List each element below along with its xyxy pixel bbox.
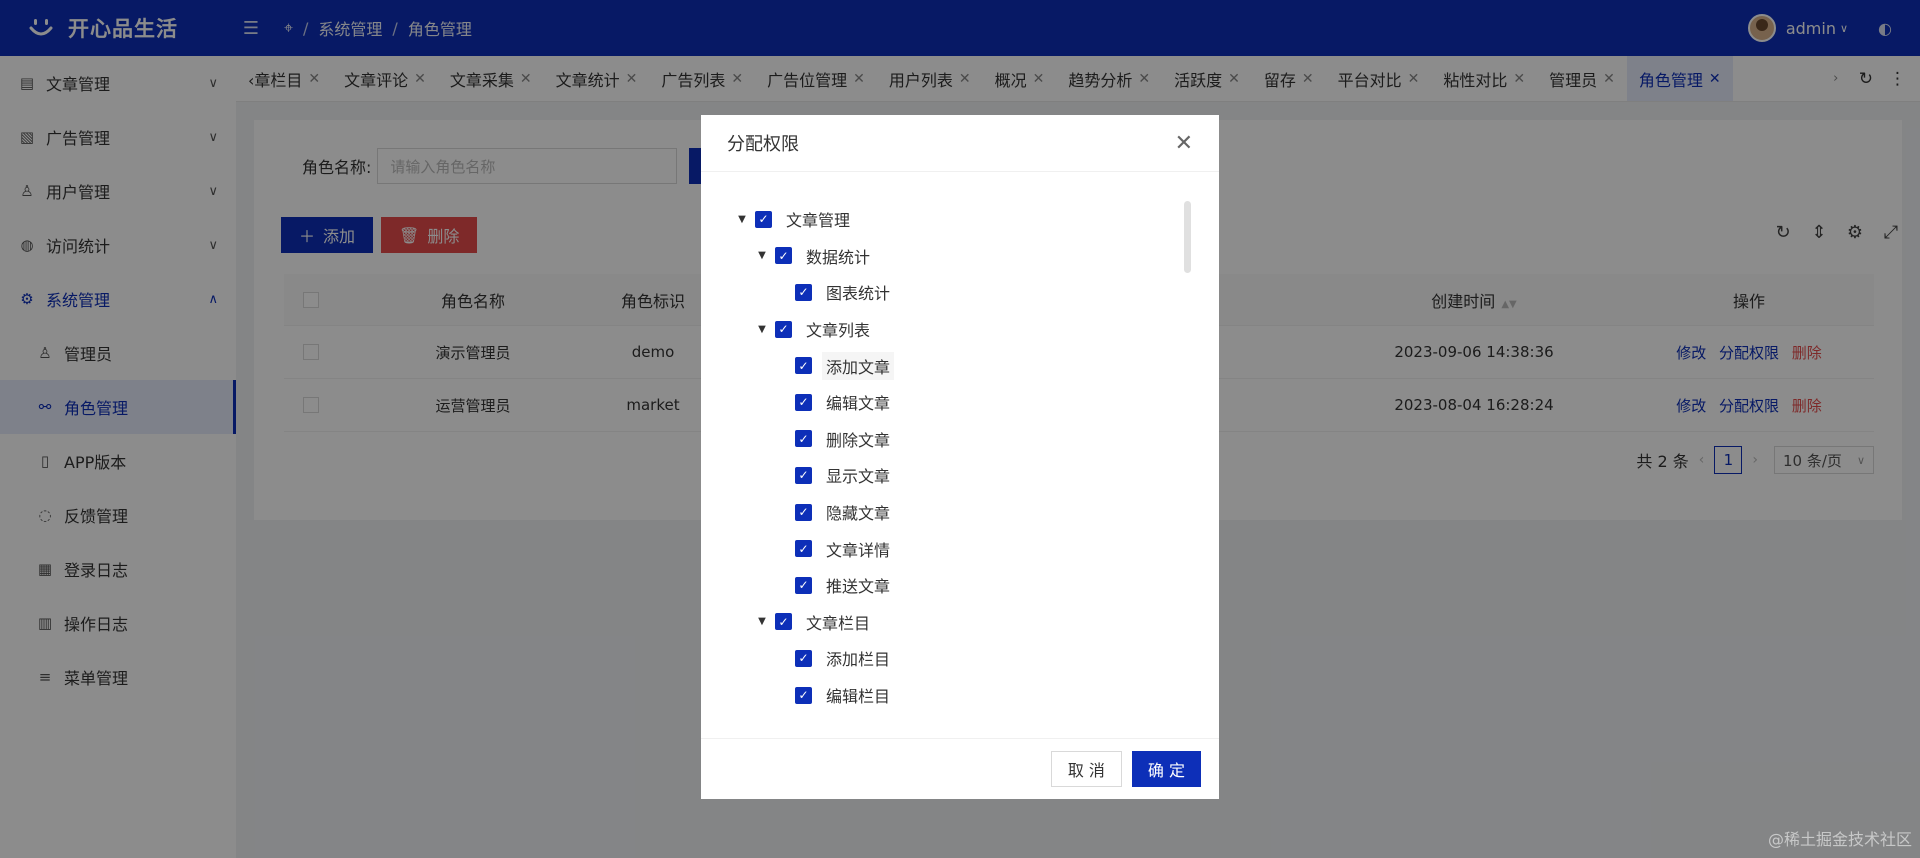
tree-node-label: 文章列表 bbox=[806, 321, 871, 341]
close-icon[interactable]: ✕ bbox=[1175, 131, 1193, 156]
tree-node[interactable]: ▼✓添加文章 bbox=[735, 347, 895, 384]
tree-node[interactable]: ▼✓添加栏目 bbox=[735, 640, 894, 677]
tree-node-label: 推送文章 bbox=[826, 577, 891, 597]
tree-checkbox[interactable]: ✓ bbox=[795, 540, 812, 558]
caret-down-icon[interactable]: ▼ bbox=[735, 214, 749, 225]
tree-checkbox[interactable]: ✓ bbox=[795, 649, 812, 667]
tree-checkbox[interactable]: ✓ bbox=[755, 210, 772, 228]
permission-tree: ▼✓文章管理▼✓数据统计▼✓图表统计▼✓文章列表▼✓添加文章▼✓编辑文章▼✓删除… bbox=[735, 201, 895, 714]
tree-node[interactable]: ▼✓隐藏文章 bbox=[735, 494, 894, 531]
tree-node-label: 数据统计 bbox=[806, 247, 871, 267]
tree-node-label: 文章详情 bbox=[826, 540, 891, 560]
caret-down-icon[interactable]: ▼ bbox=[755, 616, 769, 627]
tree-node[interactable]: ▼ ✓ 文章列表 bbox=[735, 311, 894, 348]
watermark: @稀土掘金技术社区 bbox=[1767, 830, 1912, 849]
tree-checkbox[interactable]: ✓ bbox=[795, 466, 812, 484]
tree-node[interactable]: ▼✓显示文章 bbox=[735, 457, 894, 494]
tree-node-label: 隐藏文章 bbox=[826, 504, 891, 524]
tree-node-label: 显示文章 bbox=[826, 467, 891, 487]
tree-node-label: 添加栏目 bbox=[826, 650, 891, 670]
tree-node[interactable]: ▼✓编辑栏目 bbox=[735, 677, 894, 714]
tree-node-label: 添加文章 bbox=[822, 351, 895, 380]
tree-checkbox[interactable]: ✓ bbox=[795, 576, 812, 594]
tree-node-label: 文章管理 bbox=[786, 211, 851, 231]
caret-down-icon[interactable]: ▼ bbox=[755, 324, 769, 335]
permission-tree-container: ▼✓文章管理▼✓数据统计▼✓图表统计▼✓文章列表▼✓添加文章▼✓编辑文章▼✓删除… bbox=[701, 173, 1219, 738]
tree-node-label: 编辑文章 bbox=[826, 394, 891, 414]
dialog-title: 分配权限 bbox=[727, 134, 799, 155]
tree-checkbox[interactable]: ✓ bbox=[795, 393, 812, 411]
tree-node[interactable]: ▼ ✓ 文章管理 bbox=[735, 201, 894, 238]
tree-node[interactable]: ▼✓图表统计 bbox=[735, 274, 894, 311]
tree-checkbox[interactable]: ✓ bbox=[775, 613, 792, 631]
tree-checkbox[interactable]: ✓ bbox=[775, 247, 792, 265]
tree-checkbox[interactable]: ✓ bbox=[795, 503, 812, 521]
tree-checkbox[interactable]: ✓ bbox=[795, 357, 812, 375]
assign-permission-dialog: 分配权限 ✕ ▼✓文章管理▼✓数据统计▼✓图表统计▼✓文章列表▼✓添加文章▼✓编… bbox=[701, 115, 1219, 799]
caret-down-icon[interactable]: ▼ bbox=[755, 250, 769, 261]
tree-node-label: 图表统计 bbox=[826, 284, 891, 304]
tree-node-label: 删除文章 bbox=[826, 430, 891, 450]
scrollbar[interactable] bbox=[1184, 201, 1191, 273]
tree-checkbox[interactable]: ✓ bbox=[795, 686, 812, 704]
tree-checkbox[interactable]: ✓ bbox=[795, 283, 812, 301]
tree-node-label: 编辑栏目 bbox=[826, 687, 891, 707]
tree-node[interactable]: ▼✓删除文章 bbox=[735, 421, 894, 458]
tree-node[interactable]: ▼✓文章详情 bbox=[735, 530, 894, 567]
tree-node[interactable]: ▼✓编辑文章 bbox=[735, 384, 894, 421]
cancel-button[interactable]: 取 消 bbox=[1050, 751, 1122, 787]
tree-node[interactable]: ▼✓推送文章 bbox=[735, 567, 894, 604]
confirm-button[interactable]: 确 定 bbox=[1131, 751, 1201, 787]
tree-node[interactable]: ▼ ✓ 文章栏目 bbox=[735, 604, 894, 641]
tree-checkbox[interactable]: ✓ bbox=[795, 430, 812, 448]
tree-checkbox[interactable]: ✓ bbox=[775, 320, 792, 338]
tree-node[interactable]: ▼ ✓ 数据统计 bbox=[735, 238, 894, 275]
tree-node-label: 文章栏目 bbox=[806, 613, 871, 633]
